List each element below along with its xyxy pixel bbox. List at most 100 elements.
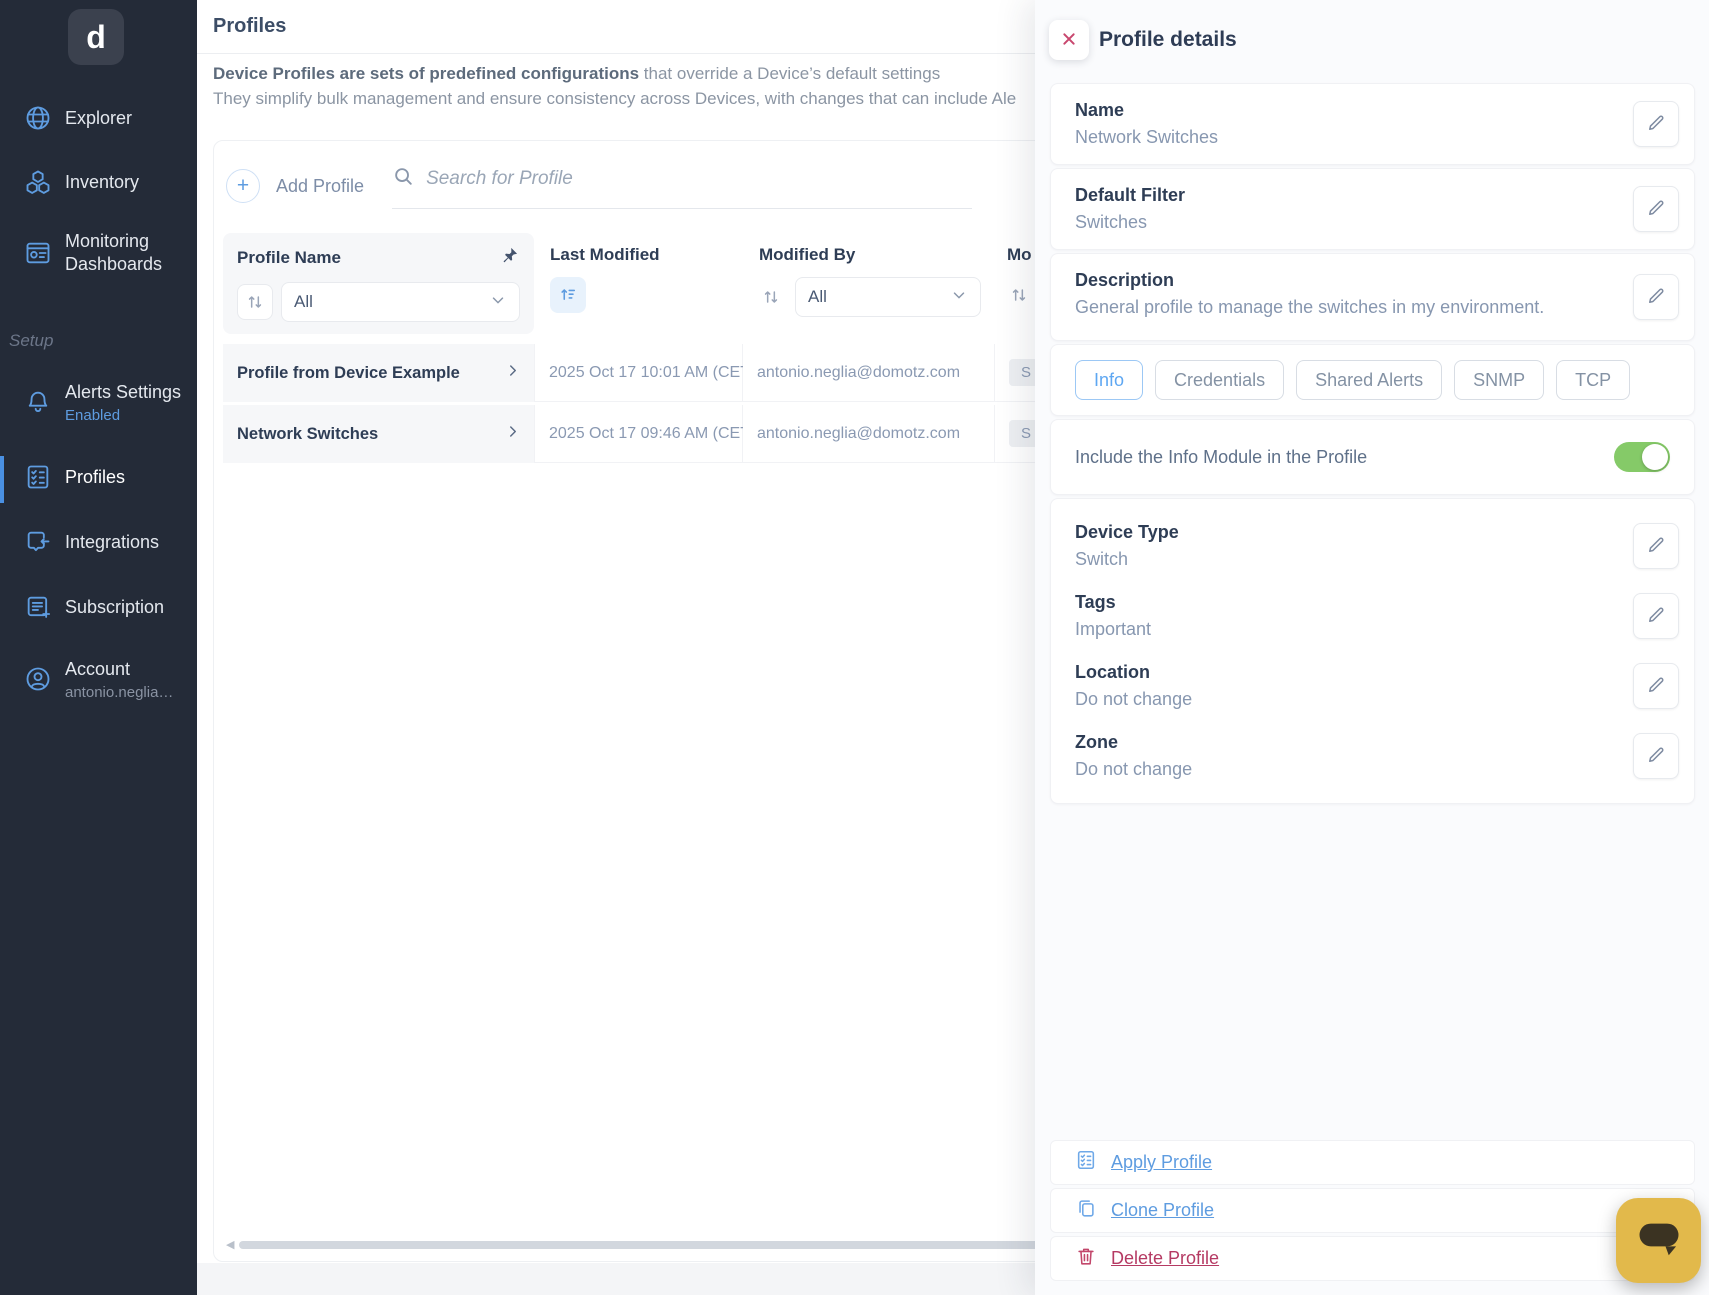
pencil-icon xyxy=(1646,675,1666,698)
column-header-modified-by: Modified By All xyxy=(743,233,995,334)
column-header-profile-name: Profile Name All xyxy=(223,233,534,334)
close-icon xyxy=(1061,31,1077,50)
info-module-fields-card: Device Type Switch Tags Important Locati… xyxy=(1050,498,1695,804)
default-filter-field-card: Default Filter Switches xyxy=(1050,168,1695,250)
table-row[interactable]: Network Switches 2025 Oct 17 09:46 AM (C… xyxy=(223,405,1099,463)
clone-profile-link[interactable]: Clone Profile xyxy=(1111,1200,1214,1221)
checklist-icon xyxy=(23,462,53,492)
delete-profile-row[interactable]: Delete Profile xyxy=(1050,1236,1695,1281)
sort-button-modified-by[interactable] xyxy=(759,279,783,315)
module-tabs: Info Credentials Shared Alerts SNMP TCP xyxy=(1050,344,1695,416)
intro-rest: that override a Device’s default setting… xyxy=(639,64,941,83)
edit-name-button[interactable] xyxy=(1633,101,1679,147)
intro-bold: Device Profiles are sets of predefined c… xyxy=(213,64,640,83)
field-value: Important xyxy=(1075,619,1152,639)
sidebar-item-label: Account xyxy=(65,659,131,679)
sort-button-modules[interactable] xyxy=(1007,277,1031,313)
include-info-module-row: Include the Info Module in the Profile xyxy=(1050,419,1695,495)
main-content: Profiles Device Profiles are sets of pre… xyxy=(197,0,1709,1295)
apply-profile-row[interactable]: Apply Profile xyxy=(1050,1140,1695,1185)
edit-zone-button[interactable] xyxy=(1633,733,1679,779)
field-label: Description xyxy=(1075,270,1175,290)
sort-button-profile-name[interactable] xyxy=(237,284,273,320)
globe-icon xyxy=(23,103,53,133)
chat-widget-button[interactable] xyxy=(1616,1198,1701,1283)
app-root: d Explorer Inventory Monitoring Dashboar… xyxy=(0,0,1709,1295)
chat-bubble-icon xyxy=(1633,1217,1685,1264)
filter-select-profile-name[interactable]: All xyxy=(281,282,520,322)
sidebar-item-subscription[interactable]: Subscription xyxy=(0,592,197,622)
pencil-icon xyxy=(1646,198,1666,221)
apply-profile-link[interactable]: Apply Profile xyxy=(1111,1152,1212,1173)
inventory-boxes-icon xyxy=(23,167,53,197)
clone-profile-row[interactable]: Clone Profile xyxy=(1050,1188,1695,1233)
field-label: Location xyxy=(1075,662,1150,682)
pencil-icon xyxy=(1646,745,1666,768)
scrollbar-thumb[interactable] xyxy=(239,1240,1080,1249)
add-profile-button[interactable]: + xyxy=(226,169,260,203)
dashboard-icon xyxy=(23,238,53,268)
last-modified-cell: 2025 Oct 17 09:46 AM (CET) xyxy=(534,405,755,463)
field-label: Zone xyxy=(1075,732,1118,752)
app-logo[interactable]: d xyxy=(68,9,124,65)
edit-tags-button[interactable] xyxy=(1633,593,1679,639)
field-label: Tags xyxy=(1075,592,1116,612)
device-type-row: Device Type Switch xyxy=(1075,517,1679,575)
horizontal-scrollbar[interactable]: ◀ xyxy=(226,1238,1080,1251)
edit-default-filter-button[interactable] xyxy=(1633,186,1679,232)
close-panel-button[interactable] xyxy=(1049,20,1089,60)
sidebar-item-explorer[interactable]: Explorer xyxy=(0,103,197,133)
pin-icon[interactable] xyxy=(500,245,520,270)
subscription-icon xyxy=(23,592,53,622)
tab-tcp[interactable]: TCP xyxy=(1556,360,1631,400)
profiles-toolbar: + Add Profile xyxy=(214,141,1088,215)
pencil-icon xyxy=(1646,605,1666,628)
table-row[interactable]: Profile from Device Example 2025 Oct 17 … xyxy=(223,344,1099,402)
field-value: Switches xyxy=(1075,212,1148,232)
sidebar-item-profiles[interactable]: Profiles xyxy=(0,462,197,492)
location-row: Location Do not change xyxy=(1075,657,1679,715)
sidebar-item-monitoring-dashboards[interactable]: Monitoring Dashboards xyxy=(0,230,197,275)
edit-description-button[interactable] xyxy=(1633,274,1679,320)
sidebar-item-inventory[interactable]: Inventory xyxy=(0,167,197,197)
panel-actions: Apply Profile Clone Profile Delete Profi… xyxy=(1050,1140,1695,1281)
edit-device-type-button[interactable] xyxy=(1633,523,1679,569)
delete-profile-link[interactable]: Delete Profile xyxy=(1111,1248,1219,1269)
chevron-right-icon xyxy=(504,423,522,446)
filter-select-value: All xyxy=(294,292,313,311)
sidebar-item-label: Alerts Settings xyxy=(65,382,182,402)
profiles-card: + Add Profile Profile Name xyxy=(213,140,1099,1262)
profile-details-panel: Profile details Name Network Switches De… xyxy=(1035,0,1709,1295)
edit-location-button[interactable] xyxy=(1633,663,1679,709)
toggle-label: Include the Info Module in the Profile xyxy=(1075,446,1368,467)
add-profile-label[interactable]: Add Profile xyxy=(276,176,364,197)
scroll-left-arrow-icon[interactable]: ◀ xyxy=(226,1238,234,1251)
filter-select-modified-by[interactable]: All xyxy=(795,277,981,317)
tab-shared-alerts[interactable]: Shared Alerts xyxy=(1296,360,1443,400)
include-info-module-toggle[interactable] xyxy=(1614,442,1670,472)
sidebar-item-label: Monitoring Dashboards xyxy=(65,231,163,274)
filter-select-value: All xyxy=(808,287,827,306)
sidebar-item-account[interactable]: Account antonio.neglia… xyxy=(0,658,197,701)
tab-info[interactable]: Info xyxy=(1075,360,1144,400)
search-input[interactable] xyxy=(426,167,907,190)
bell-icon xyxy=(23,387,53,417)
sidebar-item-integrations[interactable]: Integrations xyxy=(0,527,197,557)
sidebar-section-setup: Setup xyxy=(9,331,54,350)
sidebar-item-alerts-settings[interactable]: Alerts Settings Enabled xyxy=(0,381,197,424)
profile-name-cell[interactable]: Network Switches xyxy=(223,405,534,463)
chevron-right-icon xyxy=(504,362,522,385)
field-value: Do not change xyxy=(1075,689,1193,709)
clone-copy-icon xyxy=(1075,1197,1097,1224)
field-value: Switch xyxy=(1075,549,1129,569)
pencil-icon xyxy=(1646,535,1666,558)
column-title: Last Modified xyxy=(550,245,660,264)
sort-active-last-modified-icon[interactable] xyxy=(550,277,586,313)
table-rows: Profile from Device Example 2025 Oct 17 … xyxy=(214,344,1099,463)
tab-snmp[interactable]: SNMP xyxy=(1454,360,1545,400)
column-header-last-modified: Last Modified xyxy=(534,233,743,334)
profile-name-cell[interactable]: Profile from Device Example xyxy=(223,344,534,402)
user-icon xyxy=(23,664,53,694)
tab-credentials[interactable]: Credentials xyxy=(1155,360,1285,400)
alerts-enabled-badge: Enabled xyxy=(65,406,121,424)
